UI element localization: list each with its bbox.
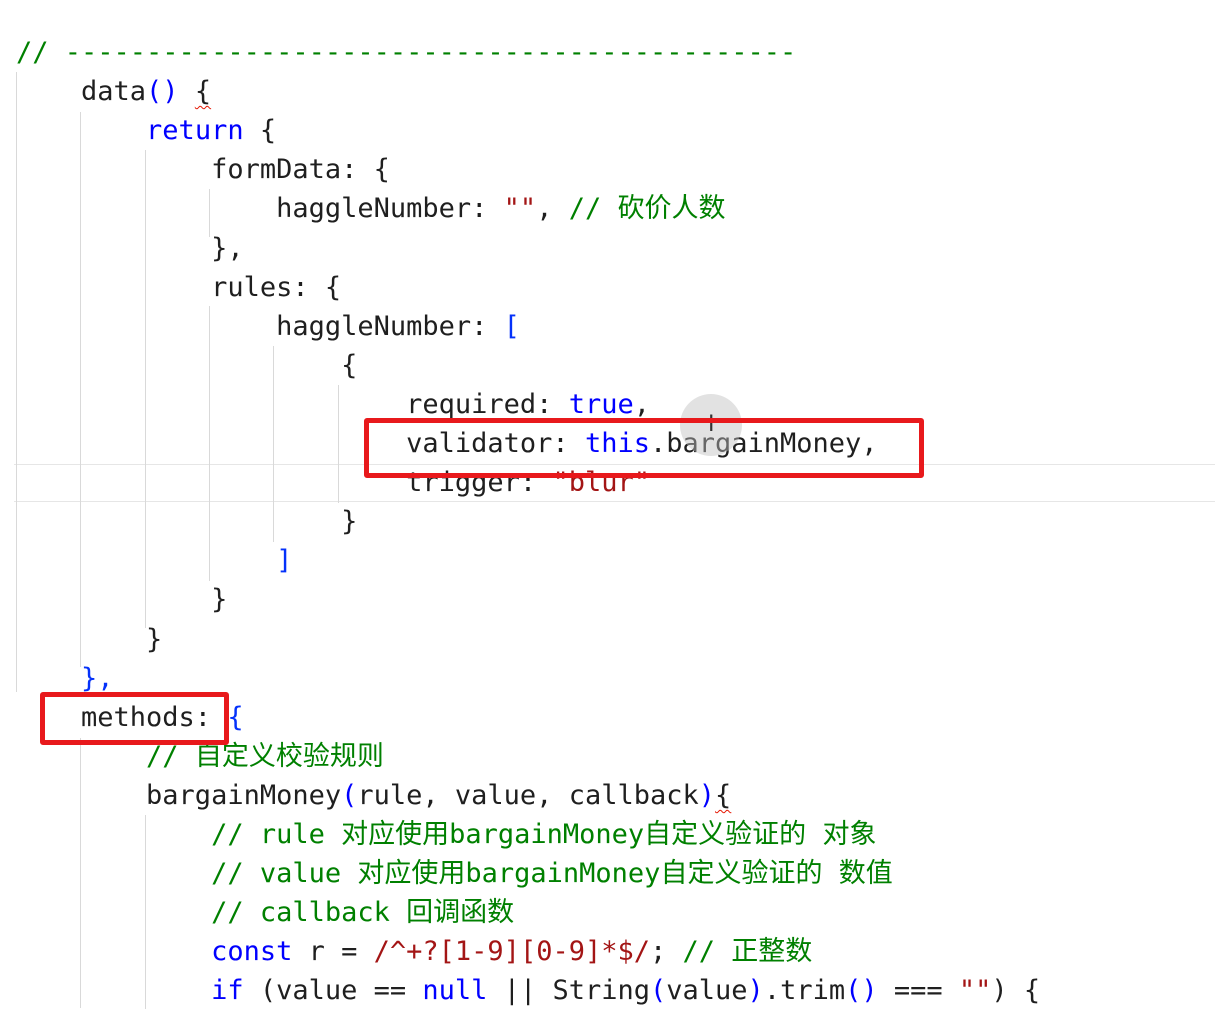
code-line[interactable]: haggleNumber: [ bbox=[16, 307, 520, 346]
code-token: { bbox=[715, 779, 732, 811]
code-token: haggleNumber: bbox=[16, 193, 504, 225]
code-line[interactable]: // value 对应使用bargainMoney自定义验证的 数值 bbox=[16, 854, 893, 893]
code-token: [ bbox=[503, 310, 520, 342]
code-token: value bbox=[666, 975, 748, 1007]
code-token: // 自定义校验规则 bbox=[146, 740, 384, 772]
validator-line-highlight-box bbox=[364, 418, 924, 478]
code-line[interactable]: if (value == null || String(value).trim(… bbox=[16, 971, 1040, 1009]
code-token: { bbox=[194, 76, 212, 108]
code-editor[interactable]: // -------------------------------------… bbox=[0, 0, 1215, 1009]
code-token: ( bbox=[341, 779, 358, 811]
code-line[interactable]: data() { bbox=[16, 72, 211, 111]
code-token: , bbox=[633, 388, 650, 420]
code-token: haggleNumber: bbox=[16, 310, 504, 342]
code-line[interactable]: } bbox=[16, 620, 162, 659]
code-token: data bbox=[16, 76, 147, 108]
code-token: ] bbox=[276, 545, 293, 577]
code-token: formData: { bbox=[16, 154, 390, 186]
code-token: , bbox=[536, 193, 569, 225]
code-token: { bbox=[243, 115, 277, 147]
code-line[interactable]: bargainMoney(rule, value, callback){ bbox=[16, 776, 731, 815]
code-token: } bbox=[16, 623, 163, 655]
code-token: // callback 回调函数 bbox=[211, 897, 515, 929]
code-token: return bbox=[146, 115, 244, 147]
code-token: }, bbox=[16, 232, 244, 264]
code-token: // -------------------------------------… bbox=[16, 37, 797, 68]
code-line[interactable]: formData: { bbox=[16, 150, 390, 189]
code-token: const bbox=[211, 936, 293, 968]
code-token: // value 对应使用bargainMoney自定义验证的 数值 bbox=[211, 858, 893, 890]
code-line[interactable]: // callback 回调函数 bbox=[16, 893, 514, 932]
code-token: bargainMoney bbox=[16, 779, 342, 811]
code-token: .trim bbox=[763, 975, 846, 1007]
code-token: () bbox=[146, 76, 179, 108]
code-token: rules: { bbox=[16, 271, 342, 303]
code-token: (value == bbox=[243, 975, 423, 1007]
code-token: () bbox=[845, 975, 878, 1007]
code-token: ) { bbox=[991, 975, 1041, 1007]
code-token: ) bbox=[747, 975, 764, 1007]
code-line[interactable]: const r = /^+?[1-9][0-9]*$/; // 正整数 bbox=[16, 932, 812, 971]
code-token: // rule 对应使用bargainMoney自定义验证的 对象 bbox=[211, 819, 877, 850]
methods-key-highlight-box bbox=[40, 692, 229, 745]
code-token: ; bbox=[649, 936, 683, 968]
code-token: // 正整数 bbox=[682, 936, 813, 968]
code-line[interactable]: rules: { bbox=[16, 268, 341, 307]
code-token: r = bbox=[292, 936, 374, 968]
code-token: === bbox=[877, 975, 959, 1007]
code-token: /^+?[1-9][0-9]*$/ bbox=[373, 936, 650, 968]
code-line[interactable]: // -------------------------------------… bbox=[16, 33, 796, 72]
code-line[interactable]: // rule 对应使用bargainMoney自定义验证的 对象 bbox=[16, 815, 876, 854]
code-token: rule, value, callback bbox=[357, 779, 699, 811]
code-line[interactable]: return { bbox=[16, 111, 276, 150]
code-token: required: bbox=[16, 388, 569, 420]
code-line[interactable]: ] bbox=[16, 541, 292, 580]
code-token: ) bbox=[698, 779, 716, 811]
code-token: || String bbox=[487, 975, 650, 1007]
code-token: true bbox=[568, 388, 634, 420]
code-line[interactable]: }, bbox=[16, 229, 244, 268]
code-token: "" bbox=[503, 193, 537, 225]
code-token: { bbox=[16, 349, 358, 381]
code-token: } bbox=[16, 506, 358, 538]
code-token: if bbox=[211, 975, 244, 1007]
code-token: ( bbox=[650, 975, 667, 1007]
code-line[interactable]: { bbox=[16, 346, 357, 385]
code-token: null bbox=[422, 975, 488, 1007]
code-line[interactable]: } bbox=[16, 580, 227, 619]
code-token: // 砍价人数 bbox=[568, 193, 726, 225]
code-token: } bbox=[16, 584, 228, 616]
code-token: }, bbox=[81, 662, 114, 694]
code-line[interactable]: haggleNumber: "", // 砍价人数 bbox=[16, 189, 725, 228]
code-token: "" bbox=[958, 975, 992, 1007]
code-token: { bbox=[227, 701, 244, 733]
code-line[interactable]: } bbox=[16, 502, 357, 541]
